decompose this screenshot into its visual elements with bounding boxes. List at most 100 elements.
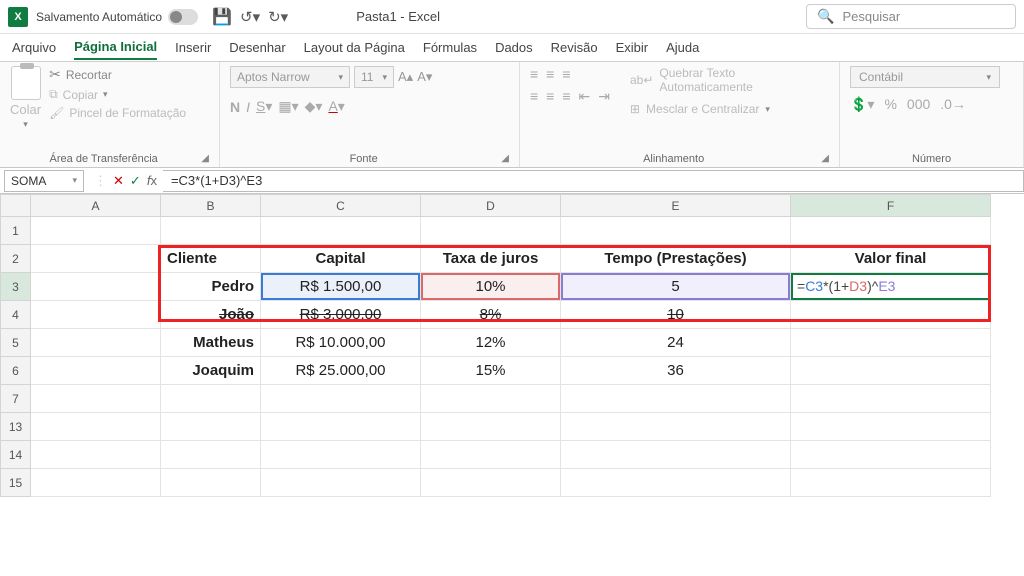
- name-box[interactable]: SOMA ▾: [4, 170, 84, 192]
- active-cell[interactable]: =C3*(1+D3)^E3: [791, 273, 991, 301]
- cell[interactable]: R$ 3.000,00: [261, 301, 421, 329]
- row[interactable]: 7: [1, 385, 991, 413]
- italic-button[interactable]: I: [246, 99, 250, 115]
- decrease-indent-icon[interactable]: ⇤: [579, 88, 591, 105]
- increase-indent-icon[interactable]: ⇥: [598, 88, 610, 105]
- merge-center-button[interactable]: ⊞ Mesclar e Centralizar ▾: [630, 102, 829, 116]
- row[interactable]: 2 Cliente Capital Taxa de juros Tempo (P…: [1, 245, 991, 273]
- align-left-icon[interactable]: ≡: [530, 88, 538, 105]
- cell[interactable]: Joaquim: [161, 357, 261, 385]
- search-box[interactable]: 🔍 Pesquisar: [806, 4, 1016, 29]
- autosave-toggle[interactable]: Salvamento Automático: [36, 9, 198, 25]
- row-header[interactable]: 15: [1, 469, 31, 497]
- underline-button[interactable]: S▾: [256, 98, 272, 115]
- row-header[interactable]: 2: [1, 245, 31, 273]
- cell[interactable]: 10: [561, 301, 791, 329]
- cell[interactable]: Matheus: [161, 329, 261, 357]
- copy-button[interactable]: ⧉ Copiar ▾: [49, 87, 186, 102]
- font-name-select[interactable]: Aptos Narrow ▾: [230, 66, 350, 88]
- font-color-button[interactable]: A▾: [328, 98, 344, 115]
- tab-draw[interactable]: Desenhar: [229, 36, 285, 59]
- align-right-icon[interactable]: ≡: [562, 88, 570, 105]
- format-painter-button[interactable]: 🖌 Pincel de Formatação: [49, 106, 186, 120]
- cell[interactable]: 24: [561, 329, 791, 357]
- increase-font-icon[interactable]: A▴: [398, 69, 413, 85]
- font-size-select[interactable]: 11 ▾: [354, 66, 394, 88]
- row[interactable]: 14: [1, 441, 991, 469]
- tab-formulas[interactable]: Fórmulas: [423, 36, 477, 59]
- tab-view[interactable]: Exibir: [616, 36, 649, 59]
- redo-icon[interactable]: ↻▾: [268, 8, 288, 26]
- tab-home[interactable]: Página Inicial: [74, 35, 157, 60]
- tab-data[interactable]: Dados: [495, 36, 533, 59]
- tab-file[interactable]: Arquivo: [12, 36, 56, 59]
- row-header[interactable]: 13: [1, 413, 31, 441]
- fill-color-button[interactable]: ◆▾: [305, 98, 323, 115]
- cell[interactable]: R$ 1.500,00: [261, 273, 421, 301]
- wrap-text-button[interactable]: ab↵ Quebrar Texto Automaticamente: [630, 66, 829, 94]
- col-header[interactable]: A: [31, 195, 161, 217]
- tab-layout[interactable]: Layout da Página: [304, 36, 405, 59]
- bold-button[interactable]: N: [230, 99, 240, 115]
- cell[interactable]: 12%: [421, 329, 561, 357]
- tab-insert[interactable]: Inserir: [175, 36, 211, 59]
- row-header[interactable]: 4: [1, 301, 31, 329]
- accounting-format-icon[interactable]: 💲▾: [850, 96, 874, 113]
- cell[interactable]: Taxa de juros: [421, 245, 561, 273]
- cell[interactable]: 5: [561, 273, 791, 301]
- decrease-font-icon[interactable]: A▾: [417, 69, 432, 85]
- row[interactable]: 1: [1, 217, 991, 245]
- row-header[interactable]: 7: [1, 385, 31, 413]
- cell[interactable]: Cliente: [161, 245, 261, 273]
- row[interactable]: 6 Joaquim R$ 25.000,00 15% 36: [1, 357, 991, 385]
- cell[interactable]: Capital: [261, 245, 421, 273]
- undo-icon[interactable]: ↺▾: [240, 8, 260, 26]
- formula-bar[interactable]: =C3*(1+D3)^E3: [163, 170, 1024, 192]
- tab-help[interactable]: Ajuda: [666, 36, 699, 59]
- col-header[interactable]: F: [791, 195, 991, 217]
- number-format-select[interactable]: Contábil ▾: [850, 66, 1000, 88]
- comma-format-icon[interactable]: 000: [907, 96, 930, 113]
- cell[interactable]: Valor final: [791, 245, 991, 273]
- row[interactable]: 5 Matheus R$ 10.000,00 12% 24: [1, 329, 991, 357]
- increase-decimal-icon[interactable]: .0→: [940, 96, 966, 113]
- save-icon[interactable]: 💾: [212, 7, 232, 27]
- cell[interactable]: R$ 10.000,00: [261, 329, 421, 357]
- col-header[interactable]: D: [421, 195, 561, 217]
- percent-format-icon[interactable]: %: [884, 96, 896, 113]
- borders-button[interactable]: ▦▾: [278, 98, 298, 115]
- cell[interactable]: 8%: [421, 301, 561, 329]
- row[interactable]: 13: [1, 413, 991, 441]
- row-header[interactable]: 6: [1, 357, 31, 385]
- paste-button[interactable]: Colar ▾: [10, 66, 41, 130]
- dialog-launcher-icon[interactable]: ◢: [821, 153, 829, 164]
- align-middle-icon[interactable]: ≡: [546, 66, 554, 82]
- align-center-icon[interactable]: ≡: [546, 88, 554, 105]
- select-all-corner[interactable]: [1, 195, 31, 217]
- cell[interactable]: R$ 25.000,00: [261, 357, 421, 385]
- col-header[interactable]: E: [561, 195, 791, 217]
- cell[interactable]: Pedro: [161, 273, 261, 301]
- row-header[interactable]: 14: [1, 441, 31, 469]
- col-header[interactable]: B: [161, 195, 261, 217]
- tab-review[interactable]: Revisão: [551, 36, 598, 59]
- row-header[interactable]: 5: [1, 329, 31, 357]
- fx-icon[interactable]: fx: [147, 173, 157, 188]
- cell[interactable]: Tempo (Prestações): [561, 245, 791, 273]
- cell[interactable]: João: [161, 301, 261, 329]
- row-header[interactable]: 1: [1, 217, 31, 245]
- col-header[interactable]: C: [261, 195, 421, 217]
- row-header[interactable]: 3: [1, 273, 31, 301]
- row[interactable]: 15: [1, 469, 991, 497]
- cell[interactable]: 10%: [421, 273, 561, 301]
- align-bottom-icon[interactable]: ≡: [562, 66, 570, 82]
- spreadsheet[interactable]: A B C D E F 1 2 Cliente Capital Taxa de …: [0, 194, 991, 497]
- cancel-formula-icon[interactable]: ✕: [113, 173, 124, 189]
- align-top-icon[interactable]: ≡: [530, 66, 538, 82]
- cell[interactable]: 15%: [421, 357, 561, 385]
- cut-button[interactable]: ✂ Recortar: [49, 66, 186, 83]
- row[interactable]: 4 João R$ 3.000,00 8% 10: [1, 301, 991, 329]
- toggle-off-icon[interactable]: [168, 9, 198, 25]
- cell[interactable]: 36: [561, 357, 791, 385]
- dialog-launcher-icon[interactable]: ◢: [501, 153, 509, 164]
